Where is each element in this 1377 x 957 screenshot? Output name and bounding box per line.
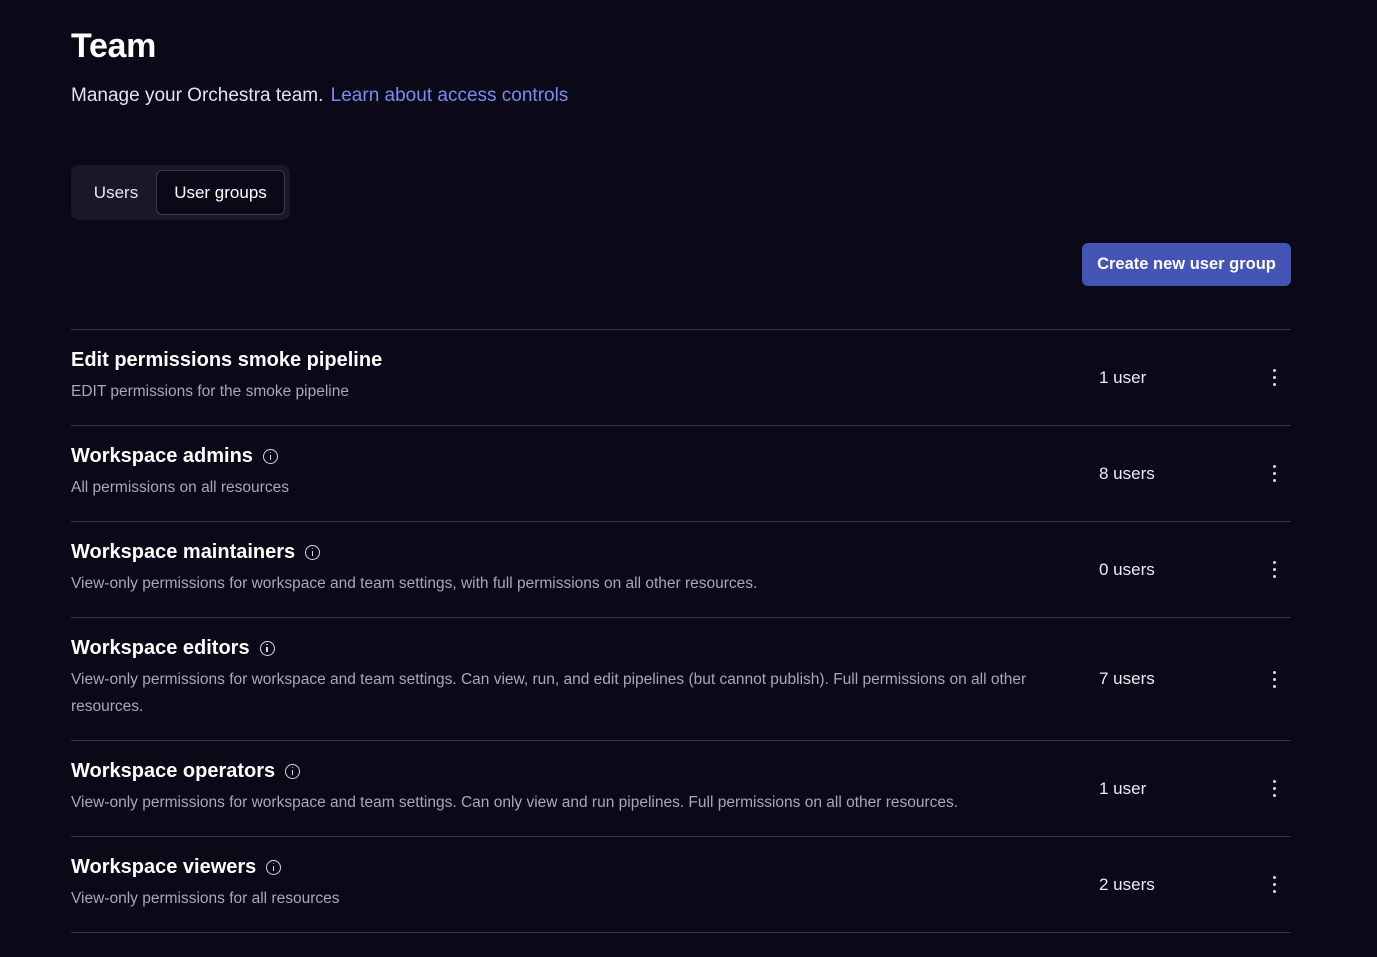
group-user-count: 1 user	[1099, 778, 1147, 798]
group-description: View-only permissions for workspace and …	[71, 671, 1027, 715]
group-description: View-only permissions for workspace and …	[71, 575, 758, 592]
group-user-count: 1 user	[1099, 367, 1147, 387]
more-options-icon[interactable]	[1264, 777, 1284, 801]
user-group-list: Edit permissions smoke pipeline EDIT per…	[71, 329, 1291, 933]
group-user-count: 0 users	[1099, 559, 1155, 579]
group-description: View-only permissions for workspace and …	[71, 794, 959, 811]
info-icon[interactable]	[259, 640, 275, 656]
group-row-viewers: Workspace viewers View-only permissions …	[71, 837, 1291, 933]
group-name: Workspace editors	[71, 635, 1291, 661]
group-user-count: 2 users	[1099, 874, 1155, 894]
tab-user-groups[interactable]: User groups	[156, 170, 285, 215]
info-icon[interactable]	[305, 544, 321, 560]
more-options-icon[interactable]	[1264, 462, 1284, 486]
more-options-icon[interactable]	[1264, 667, 1284, 691]
create-user-group-button[interactable]: Create new user group	[1082, 243, 1291, 286]
subtitle-text: Manage your Orchestra team.	[71, 85, 324, 106]
group-name-text: Workspace admins	[71, 445, 253, 467]
group-name-text: Workspace editors	[71, 637, 250, 659]
group-name-text: Workspace maintainers	[71, 541, 296, 563]
tab-users[interactable]: Users	[76, 170, 156, 215]
group-description: EDIT permissions for the smoke pipeline	[71, 383, 349, 400]
group-row-maintainers: Workspace maintainers View-only permissi…	[71, 522, 1291, 618]
info-icon[interactable]	[266, 859, 282, 875]
access-controls-link[interactable]: Learn about access controls	[331, 85, 569, 106]
page-subtitle: Manage your Orchestra team. Learn about …	[71, 85, 568, 107]
group-row-admins: Workspace admins All permissions on all …	[71, 426, 1291, 522]
group-name-text: Workspace viewers	[71, 856, 257, 878]
more-options-icon[interactable]	[1264, 558, 1284, 582]
group-row-editors: Workspace editors View-only permissions …	[71, 618, 1291, 741]
group-description: View-only permissions for all resources	[71, 890, 340, 907]
info-icon[interactable]	[285, 763, 301, 779]
more-options-icon[interactable]	[1264, 873, 1284, 897]
more-options-icon[interactable]	[1264, 366, 1284, 390]
group-row-operators: Workspace operators View-only permission…	[71, 741, 1291, 837]
team-tabs: Users User groups	[71, 165, 290, 220]
group-user-count: 8 users	[1099, 463, 1155, 483]
group-name-text: Workspace operators	[71, 760, 276, 782]
group-row-edit-smoke: Edit permissions smoke pipeline EDIT per…	[71, 330, 1291, 426]
group-user-count: 7 users	[1099, 669, 1155, 688]
page-title: Team	[71, 27, 157, 65]
team-page: Team Manage your Orchestra team. Learn a…	[0, 0, 1377, 957]
group-name-text: Edit permissions smoke pipeline	[71, 349, 383, 371]
info-icon[interactable]	[262, 448, 278, 464]
group-description: All permissions on all resources	[71, 479, 289, 496]
